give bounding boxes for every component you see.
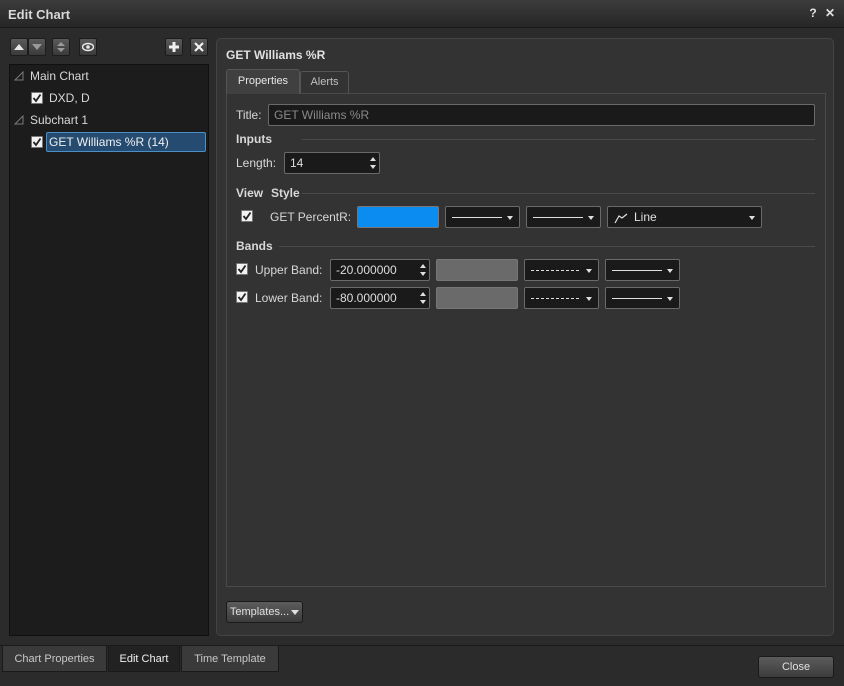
templates-label: Templates...	[229, 606, 290, 618]
upper-band-stepper[interactable]: -20.000000	[330, 259, 430, 281]
window-title: Edit Chart	[8, 7, 71, 22]
inputs-heading: Inputs	[236, 132, 272, 146]
solid-line-icon	[533, 217, 583, 218]
spinner-icon[interactable]	[369, 155, 377, 171]
solid-line-icon	[612, 270, 662, 271]
tab-edit-chart[interactable]: Edit Chart	[108, 646, 180, 672]
reorder-button[interactable]	[52, 38, 70, 56]
tree-item-dxd[interactable]: DXD, D	[30, 88, 200, 108]
expander-icon[interactable]	[14, 115, 24, 125]
move-down-button[interactable]	[28, 38, 46, 56]
dashed-line-icon	[531, 270, 579, 271]
view-heading: View	[236, 186, 264, 200]
panel-title: GET Williams %R	[226, 48, 326, 62]
chevron-down-icon	[588, 216, 594, 220]
upper-band-label: Upper Band:	[255, 263, 323, 277]
solid-line-icon	[612, 298, 662, 299]
plus-icon	[169, 42, 179, 52]
length-value: 14	[290, 156, 304, 170]
eye-icon	[82, 42, 94, 52]
dashed-line-icon	[531, 298, 579, 299]
title-label: Title:	[236, 108, 262, 122]
tree-label-williams: GET Williams %R (14)	[49, 135, 169, 149]
properties-panel: GET Williams %R Properties Alerts Title:…	[216, 38, 834, 636]
divider	[302, 139, 815, 140]
add-button[interactable]	[165, 38, 183, 56]
arrow-down-icon	[32, 44, 42, 50]
chevron-down-icon	[667, 297, 673, 301]
check-icon	[242, 211, 252, 221]
chevron-down-icon	[667, 269, 673, 273]
upper-band-line-style-dropdown[interactable]	[524, 259, 599, 281]
style-heading: Style	[271, 186, 300, 200]
left-panel: Main Chart DXD, D Subchart 1 GET William…	[9, 36, 209, 636]
tree-label-dxd: DXD, D	[49, 91, 90, 105]
upper-band-line-width-dropdown[interactable]	[605, 259, 680, 281]
tab-alerts[interactable]: Alerts	[300, 71, 349, 93]
tree-item-subchart[interactable]: Subchart 1	[14, 110, 204, 130]
percentr-checkbox[interactable]	[241, 210, 253, 222]
title-field[interactable]: GET Williams %R	[268, 104, 815, 126]
check-icon	[237, 292, 247, 302]
bands-heading: Bands	[236, 239, 273, 253]
lower-band-line-style-dropdown[interactable]	[524, 287, 599, 309]
percentr-color-swatch[interactable]	[357, 206, 439, 228]
tree-label-main-chart: Main Chart	[30, 69, 89, 83]
line-chart-icon	[614, 213, 628, 224]
updown-icon	[57, 42, 65, 52]
spinner-icon[interactable]	[419, 290, 427, 306]
percentr-line-width-dropdown[interactable]	[445, 206, 520, 228]
solid-line-icon	[452, 217, 502, 218]
check-icon	[237, 264, 247, 274]
length-stepper[interactable]: 14	[284, 152, 380, 174]
templates-button[interactable]: Templates...	[226, 601, 303, 623]
williams-checkbox[interactable]	[31, 136, 43, 148]
dxd-checkbox[interactable]	[31, 92, 43, 104]
title-bar: Edit Chart ? ✕	[0, 0, 844, 28]
lower-band-color-swatch[interactable]	[436, 287, 518, 309]
chevron-down-icon	[507, 216, 513, 220]
tree-item-main-chart[interactable]: Main Chart	[14, 66, 204, 86]
percentr-line-style-dropdown[interactable]	[526, 206, 601, 228]
lower-band-line-width-dropdown[interactable]	[605, 287, 680, 309]
lower-band-stepper[interactable]: -80.000000	[330, 287, 430, 309]
remove-button[interactable]	[190, 38, 208, 56]
visibility-button[interactable]	[79, 38, 97, 56]
upper-band-value: -20.000000	[336, 263, 397, 277]
remove-icon	[194, 42, 204, 52]
help-button[interactable]: ?	[806, 6, 820, 20]
tree-toolbar	[9, 36, 209, 60]
tab-time-template[interactable]: Time Template	[181, 646, 279, 672]
chart-tree: Main Chart DXD, D Subchart 1 GET William…	[9, 64, 209, 636]
expander-icon[interactable]	[14, 71, 24, 81]
divider	[279, 246, 815, 247]
divider	[302, 193, 815, 194]
chevron-down-icon	[586, 269, 592, 273]
chevron-down-icon	[586, 297, 592, 301]
move-up-button[interactable]	[10, 38, 28, 56]
bottom-bar: Chart Properties Edit Chart Time Templat…	[0, 645, 844, 686]
upper-band-color-swatch[interactable]	[436, 259, 518, 281]
properties-content: Title: GET Williams %R Inputs Length: 14…	[226, 93, 826, 587]
lower-band-checkbox[interactable]	[236, 291, 248, 303]
lower-band-label: Lower Band:	[255, 291, 323, 305]
close-button[interactable]: Close	[758, 656, 834, 678]
chevron-down-icon	[749, 216, 755, 220]
check-icon	[32, 137, 42, 147]
tab-properties[interactable]: Properties	[226, 69, 300, 94]
close-window-button[interactable]: ✕	[823, 6, 837, 20]
tree-item-williams[interactable]: GET Williams %R (14)	[30, 132, 208, 152]
length-label: Length:	[236, 156, 277, 170]
lower-band-value: -80.000000	[336, 291, 397, 305]
check-icon	[32, 93, 42, 103]
plot-type-value: Line	[634, 210, 657, 224]
tab-chart-properties[interactable]: Chart Properties	[2, 646, 107, 672]
tree-label-subchart: Subchart 1	[30, 113, 89, 127]
percentr-plot-type-dropdown[interactable]: Line	[607, 206, 762, 228]
spinner-icon[interactable]	[419, 262, 427, 278]
percentr-label: GET PercentR:	[270, 210, 352, 224]
upper-band-checkbox[interactable]	[236, 263, 248, 275]
arrow-up-icon	[14, 44, 24, 50]
chevron-down-icon	[291, 609, 300, 615]
